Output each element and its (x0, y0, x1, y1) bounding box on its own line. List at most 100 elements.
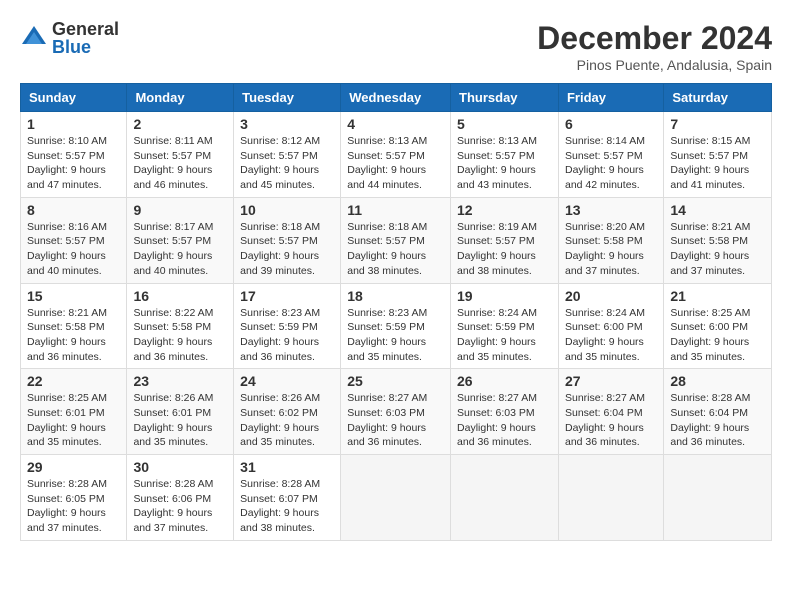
day-number: 14 (670, 202, 765, 218)
day-info: Sunrise: 8:21 AM Sunset: 5:58 PM Dayligh… (670, 220, 765, 279)
day-header-friday: Friday (558, 84, 663, 112)
day-number: 18 (347, 288, 444, 304)
calendar-cell: 22 Sunrise: 8:25 AM Sunset: 6:01 PM Dayl… (21, 369, 127, 455)
day-number: 26 (457, 373, 552, 389)
day-info: Sunrise: 8:23 AM Sunset: 5:59 PM Dayligh… (240, 306, 334, 365)
day-number: 8 (27, 202, 120, 218)
day-header-monday: Monday (127, 84, 234, 112)
calendar-week-row: 1 Sunrise: 8:10 AM Sunset: 5:57 PM Dayli… (21, 112, 772, 198)
day-number: 24 (240, 373, 334, 389)
day-number: 28 (670, 373, 765, 389)
day-info: Sunrise: 8:11 AM Sunset: 5:57 PM Dayligh… (133, 134, 227, 193)
day-info: Sunrise: 8:26 AM Sunset: 6:01 PM Dayligh… (133, 391, 227, 450)
day-info: Sunrise: 8:13 AM Sunset: 5:57 PM Dayligh… (457, 134, 552, 193)
day-header-wednesday: Wednesday (341, 84, 451, 112)
day-info: Sunrise: 8:24 AM Sunset: 6:00 PM Dayligh… (565, 306, 657, 365)
calendar-cell: 6 Sunrise: 8:14 AM Sunset: 5:57 PM Dayli… (558, 112, 663, 198)
day-number: 22 (27, 373, 120, 389)
calendar-cell (664, 455, 772, 541)
calendar-cell: 10 Sunrise: 8:18 AM Sunset: 5:57 PM Dayl… (234, 197, 341, 283)
calendar-cell: 20 Sunrise: 8:24 AM Sunset: 6:00 PM Dayl… (558, 283, 663, 369)
calendar-week-row: 8 Sunrise: 8:16 AM Sunset: 5:57 PM Dayli… (21, 197, 772, 283)
calendar-cell (341, 455, 451, 541)
day-info: Sunrise: 8:24 AM Sunset: 5:59 PM Dayligh… (457, 306, 552, 365)
day-number: 23 (133, 373, 227, 389)
location: Pinos Puente, Andalusia, Spain (537, 57, 772, 73)
day-info: Sunrise: 8:25 AM Sunset: 6:01 PM Dayligh… (27, 391, 120, 450)
day-number: 16 (133, 288, 227, 304)
day-info: Sunrise: 8:27 AM Sunset: 6:03 PM Dayligh… (347, 391, 444, 450)
calendar-cell: 5 Sunrise: 8:13 AM Sunset: 5:57 PM Dayli… (451, 112, 559, 198)
calendar-cell: 2 Sunrise: 8:11 AM Sunset: 5:57 PM Dayli… (127, 112, 234, 198)
calendar-cell: 7 Sunrise: 8:15 AM Sunset: 5:57 PM Dayli… (664, 112, 772, 198)
calendar-week-row: 29 Sunrise: 8:28 AM Sunset: 6:05 PM Dayl… (21, 455, 772, 541)
calendar-cell: 12 Sunrise: 8:19 AM Sunset: 5:57 PM Dayl… (451, 197, 559, 283)
day-number: 17 (240, 288, 334, 304)
day-info: Sunrise: 8:18 AM Sunset: 5:57 PM Dayligh… (347, 220, 444, 279)
day-info: Sunrise: 8:28 AM Sunset: 6:06 PM Dayligh… (133, 477, 227, 536)
title-section: December 2024 Pinos Puente, Andalusia, S… (537, 20, 772, 73)
day-number: 6 (565, 116, 657, 132)
day-header-saturday: Saturday (664, 84, 772, 112)
calendar-cell: 13 Sunrise: 8:20 AM Sunset: 5:58 PM Dayl… (558, 197, 663, 283)
calendar-cell: 9 Sunrise: 8:17 AM Sunset: 5:57 PM Dayli… (127, 197, 234, 283)
day-number: 7 (670, 116, 765, 132)
calendar-cell: 17 Sunrise: 8:23 AM Sunset: 5:59 PM Dayl… (234, 283, 341, 369)
day-header-tuesday: Tuesday (234, 84, 341, 112)
month-title: December 2024 (537, 20, 772, 57)
day-info: Sunrise: 8:23 AM Sunset: 5:59 PM Dayligh… (347, 306, 444, 365)
day-info: Sunrise: 8:25 AM Sunset: 6:00 PM Dayligh… (670, 306, 765, 365)
calendar-cell (451, 455, 559, 541)
day-number: 29 (27, 459, 120, 475)
day-number: 4 (347, 116, 444, 132)
calendar-cell: 14 Sunrise: 8:21 AM Sunset: 5:58 PM Dayl… (664, 197, 772, 283)
day-info: Sunrise: 8:27 AM Sunset: 6:03 PM Dayligh… (457, 391, 552, 450)
calendar-cell: 16 Sunrise: 8:22 AM Sunset: 5:58 PM Dayl… (127, 283, 234, 369)
day-info: Sunrise: 8:12 AM Sunset: 5:57 PM Dayligh… (240, 134, 334, 193)
day-info: Sunrise: 8:20 AM Sunset: 5:58 PM Dayligh… (565, 220, 657, 279)
logo-general: General (52, 20, 119, 38)
logo-text: General Blue (52, 20, 119, 56)
calendar-cell: 4 Sunrise: 8:13 AM Sunset: 5:57 PM Dayli… (341, 112, 451, 198)
calendar-cell: 28 Sunrise: 8:28 AM Sunset: 6:04 PM Dayl… (664, 369, 772, 455)
logo: General Blue (20, 20, 119, 56)
page-header: General Blue December 2024 Pinos Puente,… (20, 20, 772, 73)
calendar-cell: 19 Sunrise: 8:24 AM Sunset: 5:59 PM Dayl… (451, 283, 559, 369)
day-info: Sunrise: 8:18 AM Sunset: 5:57 PM Dayligh… (240, 220, 334, 279)
day-info: Sunrise: 8:13 AM Sunset: 5:57 PM Dayligh… (347, 134, 444, 193)
calendar-header-row: SundayMondayTuesdayWednesdayThursdayFrid… (21, 84, 772, 112)
day-number: 11 (347, 202, 444, 218)
day-number: 31 (240, 459, 334, 475)
day-number: 20 (565, 288, 657, 304)
day-number: 9 (133, 202, 227, 218)
calendar-cell (558, 455, 663, 541)
day-info: Sunrise: 8:14 AM Sunset: 5:57 PM Dayligh… (565, 134, 657, 193)
calendar-cell: 27 Sunrise: 8:27 AM Sunset: 6:04 PM Dayl… (558, 369, 663, 455)
calendar-cell: 30 Sunrise: 8:28 AM Sunset: 6:06 PM Dayl… (127, 455, 234, 541)
day-number: 19 (457, 288, 552, 304)
day-number: 2 (133, 116, 227, 132)
calendar-cell: 25 Sunrise: 8:27 AM Sunset: 6:03 PM Dayl… (341, 369, 451, 455)
day-info: Sunrise: 8:22 AM Sunset: 5:58 PM Dayligh… (133, 306, 227, 365)
day-number: 13 (565, 202, 657, 218)
day-info: Sunrise: 8:28 AM Sunset: 6:07 PM Dayligh… (240, 477, 334, 536)
day-info: Sunrise: 8:27 AM Sunset: 6:04 PM Dayligh… (565, 391, 657, 450)
day-number: 30 (133, 459, 227, 475)
calendar-cell: 8 Sunrise: 8:16 AM Sunset: 5:57 PM Dayli… (21, 197, 127, 283)
logo-blue: Blue (52, 38, 119, 56)
calendar-week-row: 15 Sunrise: 8:21 AM Sunset: 5:58 PM Dayl… (21, 283, 772, 369)
day-number: 1 (27, 116, 120, 132)
calendar-cell: 11 Sunrise: 8:18 AM Sunset: 5:57 PM Dayl… (341, 197, 451, 283)
calendar-cell: 18 Sunrise: 8:23 AM Sunset: 5:59 PM Dayl… (341, 283, 451, 369)
day-info: Sunrise: 8:17 AM Sunset: 5:57 PM Dayligh… (133, 220, 227, 279)
day-info: Sunrise: 8:15 AM Sunset: 5:57 PM Dayligh… (670, 134, 765, 193)
calendar-cell: 26 Sunrise: 8:27 AM Sunset: 6:03 PM Dayl… (451, 369, 559, 455)
calendar-cell: 24 Sunrise: 8:26 AM Sunset: 6:02 PM Dayl… (234, 369, 341, 455)
day-header-thursday: Thursday (451, 84, 559, 112)
day-number: 15 (27, 288, 120, 304)
calendar-cell: 15 Sunrise: 8:21 AM Sunset: 5:58 PM Dayl… (21, 283, 127, 369)
logo-icon (20, 24, 48, 52)
day-number: 10 (240, 202, 334, 218)
calendar-cell: 3 Sunrise: 8:12 AM Sunset: 5:57 PM Dayli… (234, 112, 341, 198)
calendar-cell: 31 Sunrise: 8:28 AM Sunset: 6:07 PM Dayl… (234, 455, 341, 541)
